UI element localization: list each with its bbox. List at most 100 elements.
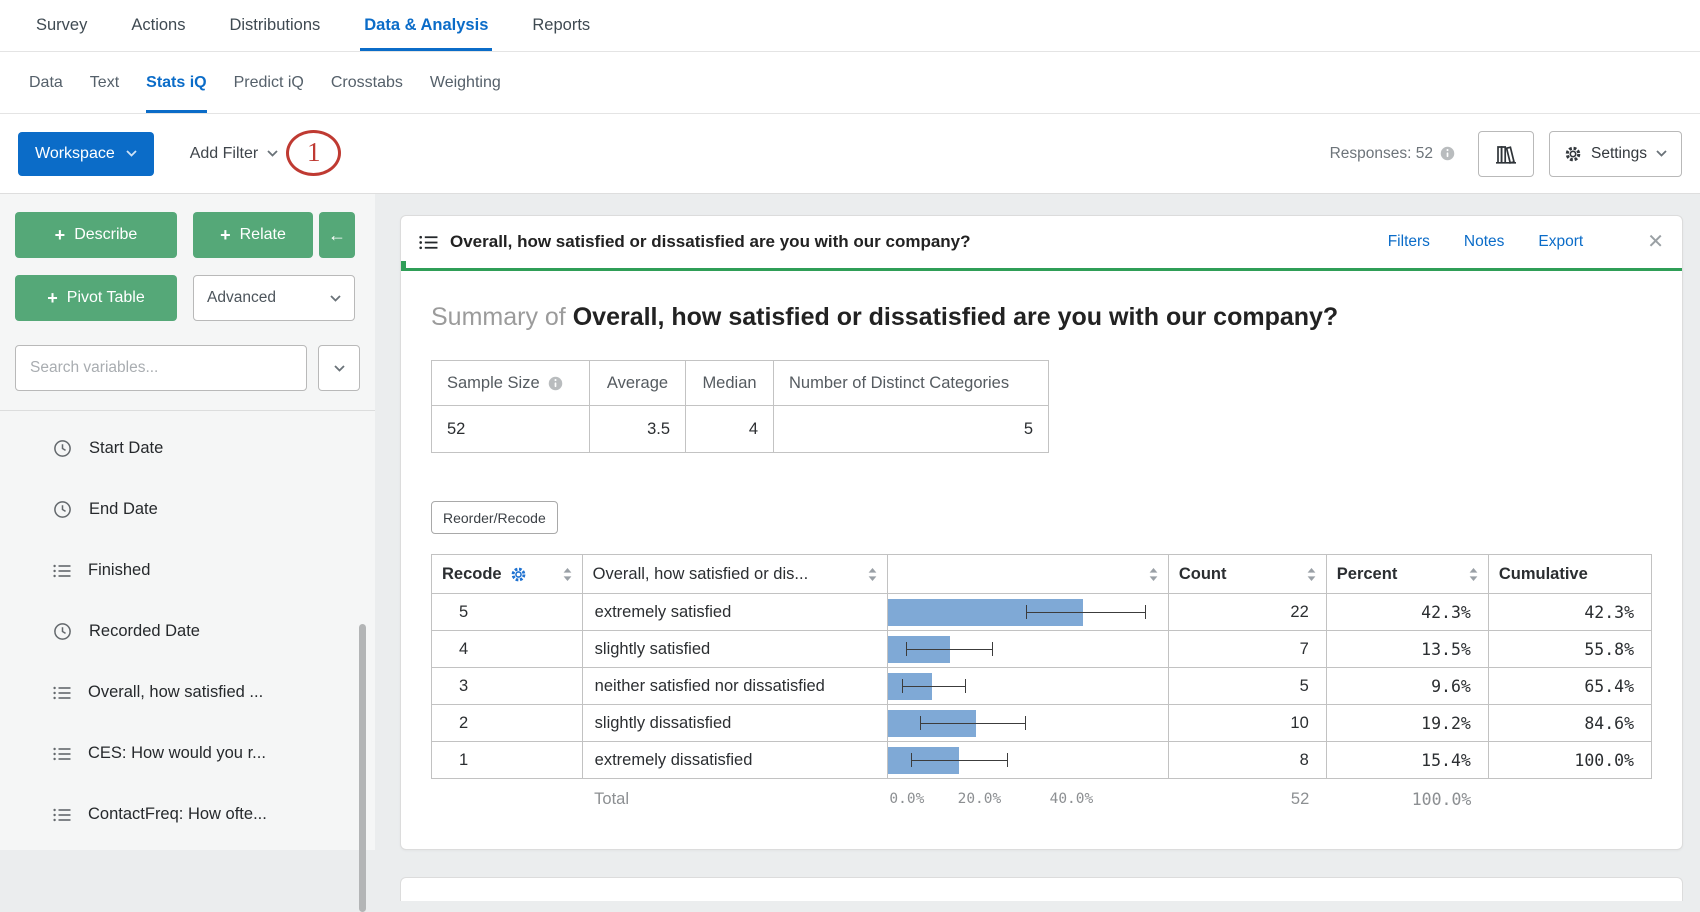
summary-prefix: Summary of [431,303,566,331]
variable-finished[interactable]: Finished [15,540,360,601]
card-header: Overall, how satisfied or dissatisfied a… [401,216,1682,271]
filters-link[interactable]: Filters [1388,233,1430,251]
describe-button[interactable]: + Describe [15,212,177,258]
sort-icon [1149,568,1158,581]
collapse-sidebar-button[interactable]: ← [319,212,355,258]
sort-icon [868,568,877,581]
list-icon [53,747,71,761]
stat-median: 4 [686,406,774,453]
category-label: extremely dissatisfied [582,742,887,779]
settings-button[interactable]: Settings [1549,131,1682,177]
chevron-down-icon [267,150,278,157]
variables-sidebar: + Describe + Relate ← + Pivot Table Adva… [0,194,375,850]
cumulative-value: 65.4% [1488,668,1651,705]
recode-gear-icon[interactable] [510,566,527,583]
tab-data[interactable]: Data [29,52,63,113]
export-link[interactable]: Export [1538,233,1583,251]
frequency-table: Recode Overall, how satisfied or dis... [431,554,1652,821]
analysis-card: Overall, how satisfied or dissatisfied a… [400,215,1683,850]
card-body: Summary of Overall, how satisfied or dis… [401,271,1682,849]
clock-icon [53,500,72,519]
chevron-down-icon [1656,150,1667,157]
advanced-dropdown[interactable]: Advanced [193,275,355,321]
stat-average: 3.5 [590,406,686,453]
chevron-down-icon [126,150,137,157]
bar-cell [887,631,1168,668]
total-label: Total [582,779,887,821]
secondary-nav: Data Text Stats iQ Predict iQ Crosstabs … [0,52,1700,114]
table-row: 2 slightly dissatisfied 10 19.2% 84.6% [432,705,1652,742]
column-header-percent[interactable]: Percent [1326,555,1488,594]
count-value: 5 [1168,668,1326,705]
table-row: 1 extremely dissatisfied 8 15.4% 100.0% [432,742,1652,779]
nav-reports[interactable]: Reports [532,0,590,51]
gear-icon [1564,145,1582,163]
column-header-recode[interactable]: Recode [432,555,583,594]
tab-text[interactable]: Text [90,52,119,113]
card-title: Overall, how satisfied or dissatisfied a… [450,232,971,252]
chevron-down-icon [334,365,345,372]
axis-tick-label: 20.0% [958,791,1002,807]
column-label: Overall, how satisfied or dis... [593,565,809,584]
list-icon [53,564,71,578]
tab-crosstabs[interactable]: Crosstabs [331,52,403,113]
search-variables-input[interactable] [15,345,307,391]
arrow-left-icon: ← [328,225,346,246]
bar-cell [887,705,1168,742]
notes-link[interactable]: Notes [1464,233,1505,251]
cumulative-value: 84.6% [1488,705,1651,742]
column-header-count[interactable]: Count [1168,555,1326,594]
nav-actions[interactable]: Actions [131,0,185,51]
category-label: slightly dissatisfied [582,705,887,742]
pivot-table-label: Pivot Table [67,289,145,307]
sidebar-scrollbar[interactable] [359,624,366,912]
close-icon[interactable]: ✕ [1647,232,1664,252]
recode-value: 4 [432,631,583,668]
variable-recorded-date[interactable]: Recorded Date [15,601,360,662]
clock-icon [53,622,72,641]
nav-survey[interactable]: Survey [36,0,87,51]
plus-icon: + [220,226,231,244]
responses-count: Responses: 52 [1330,145,1455,163]
confidence-interval [1026,605,1146,619]
tab-stats-iq[interactable]: Stats iQ [146,52,206,113]
variable-label: End Date [89,500,158,519]
column-header-chart[interactable] [887,555,1168,594]
search-options-dropdown[interactable] [318,345,360,391]
variable-label: CES: How would you r... [88,744,266,763]
tab-weighting[interactable]: Weighting [430,52,501,113]
add-filter-button[interactable]: Add Filter [190,145,278,163]
count-value: 22 [1168,594,1326,631]
workspace-button[interactable]: Workspace [18,132,154,176]
info-icon[interactable] [1440,146,1455,161]
variable-ces[interactable]: CES: How would you r... [15,723,360,784]
variable-end-date[interactable]: End Date [15,479,360,540]
variable-start-date[interactable]: Start Date [15,418,360,479]
column-header-question[interactable]: Overall, how satisfied or dis... [582,555,887,594]
workspace-toolbar: Workspace Add Filter 1 Responses: 52 Set… [0,114,1700,194]
primary-nav: Survey Actions Distributions Data & Anal… [0,0,1700,52]
column-header-cumulative[interactable]: Cumulative [1488,555,1651,594]
tab-predict-iq[interactable]: Predict iQ [234,52,304,113]
pivot-table-button[interactable]: + Pivot Table [15,275,177,321]
nav-distributions[interactable]: Distributions [229,0,320,51]
variable-label: Finished [88,561,150,580]
library-button[interactable] [1478,131,1534,177]
nav-data-analysis[interactable]: Data & Analysis [364,0,488,51]
info-icon[interactable] [548,376,563,391]
sort-icon [563,568,572,581]
variable-overall-satisfaction[interactable]: Overall, how satisfied ... [15,662,360,723]
bar-cell [887,668,1168,705]
annotation-circle-1: 1 [286,130,341,176]
reorder-recode-button[interactable]: Reorder/Recode [431,501,558,534]
column-label: Recode [442,565,502,584]
add-filter-label: Add Filter [190,145,258,163]
variable-contactfreq[interactable]: ContactFreq: How ofte... [15,784,360,845]
advanced-label: Advanced [207,289,276,307]
workspace-button-label: Workspace [35,145,115,163]
settings-label: Settings [1591,145,1647,163]
confidence-interval [920,716,1026,730]
variable-label: ContactFreq: How ofte... [88,805,267,824]
relate-button[interactable]: + Relate [193,212,313,258]
x-axis: 0.0% 20.0% 40.0% [887,779,1168,821]
